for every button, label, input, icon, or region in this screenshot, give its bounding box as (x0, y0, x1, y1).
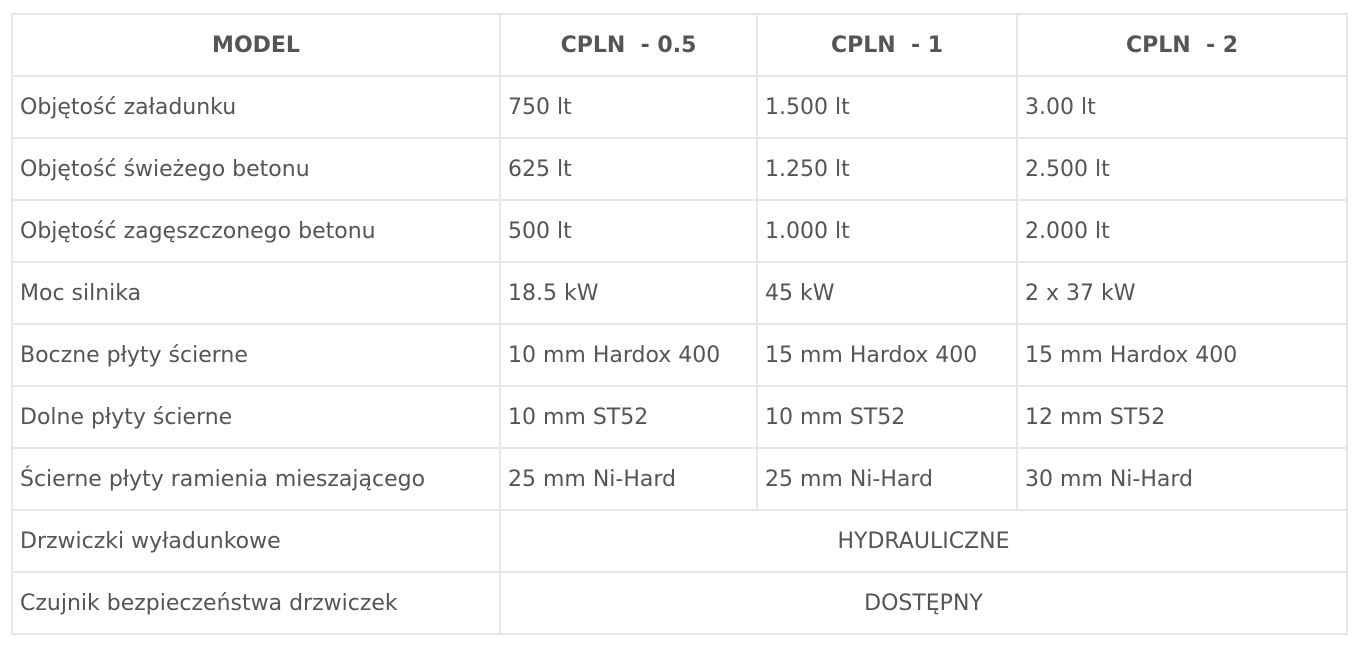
row-label: Czujnik bezpieczeństwa drzwiczek (11, 571, 501, 635)
table-row-merged: Czujnik bezpieczeństwa drzwiczek DOSTĘPN… (11, 571, 1348, 635)
table-row-merged: Drzwiczki wyładunkowe HYDRAULICZNE (11, 509, 1348, 573)
row-value: 25 mm Ni-Hard (499, 447, 758, 511)
table-row: Moc silnika 18.5 kW 45 kW 2 x 37 kW (11, 261, 1348, 325)
row-value: 2 x 37 kW (1016, 261, 1348, 325)
row-label: Objętość świeżego betonu (11, 137, 501, 201)
merged-value: DOSTĘPNY (499, 571, 1348, 635)
row-value: 18.5 kW (499, 261, 758, 325)
row-label: Drzwiczki wyładunkowe (11, 509, 501, 573)
row-value: 1.500 lt (756, 75, 1018, 139)
row-label: Moc silnika (11, 261, 501, 325)
row-value: 2.500 lt (1016, 137, 1348, 201)
row-label: Objętość zagęszczonego betonu (11, 199, 501, 263)
table-header-row: MODEL CPLN - 0.5 CPLN - 1 CPLN - 2 (11, 13, 1348, 77)
row-value: 25 mm Ni-Hard (756, 447, 1018, 511)
header-cpln-1: CPLN - 1 (756, 13, 1018, 77)
specs-table-container: MODEL CPLN - 0.5 CPLN - 1 CPLN - 2 Objęt… (11, 13, 1348, 635)
row-value: 45 kW (756, 261, 1018, 325)
row-value: 1.250 lt (756, 137, 1018, 201)
row-value: 10 mm ST52 (756, 385, 1018, 449)
table-row: Ścierne płyty ramienia mieszającego 25 m… (11, 447, 1348, 511)
row-value: 10 mm ST52 (499, 385, 758, 449)
header-cpln-0-5: CPLN - 0.5 (499, 13, 758, 77)
specs-table: MODEL CPLN - 0.5 CPLN - 1 CPLN - 2 Objęt… (11, 13, 1348, 635)
row-label: Objętość załadunku (11, 75, 501, 139)
table-row: Boczne płyty ścierne 10 mm Hardox 400 15… (11, 323, 1348, 387)
row-value: 2.000 lt (1016, 199, 1348, 263)
row-value: 12 mm ST52 (1016, 385, 1348, 449)
merged-value: HYDRAULICZNE (499, 509, 1348, 573)
row-value: 3.00 lt (1016, 75, 1348, 139)
table-row: Objętość świeżego betonu 625 lt 1.250 lt… (11, 137, 1348, 201)
row-value: 1.000 lt (756, 199, 1018, 263)
row-value: 625 lt (499, 137, 758, 201)
header-cpln-2: CPLN - 2 (1016, 13, 1348, 77)
table-row: Objętość zagęszczonego betonu 500 lt 1.0… (11, 199, 1348, 263)
row-label: Ścierne płyty ramienia mieszającego (11, 447, 501, 511)
row-value: 10 mm Hardox 400 (499, 323, 758, 387)
row-value: 15 mm Hardox 400 (1016, 323, 1348, 387)
table-row: Objętość załadunku 750 lt 1.500 lt 3.00 … (11, 75, 1348, 139)
row-label: Dolne płyty ścierne (11, 385, 501, 449)
row-label: Boczne płyty ścierne (11, 323, 501, 387)
row-value: 30 mm Ni-Hard (1016, 447, 1348, 511)
header-model: MODEL (11, 13, 501, 77)
table-row: Dolne płyty ścierne 10 mm ST52 10 mm ST5… (11, 385, 1348, 449)
row-value: 750 lt (499, 75, 758, 139)
row-value: 15 mm Hardox 400 (756, 323, 1018, 387)
row-value: 500 lt (499, 199, 758, 263)
